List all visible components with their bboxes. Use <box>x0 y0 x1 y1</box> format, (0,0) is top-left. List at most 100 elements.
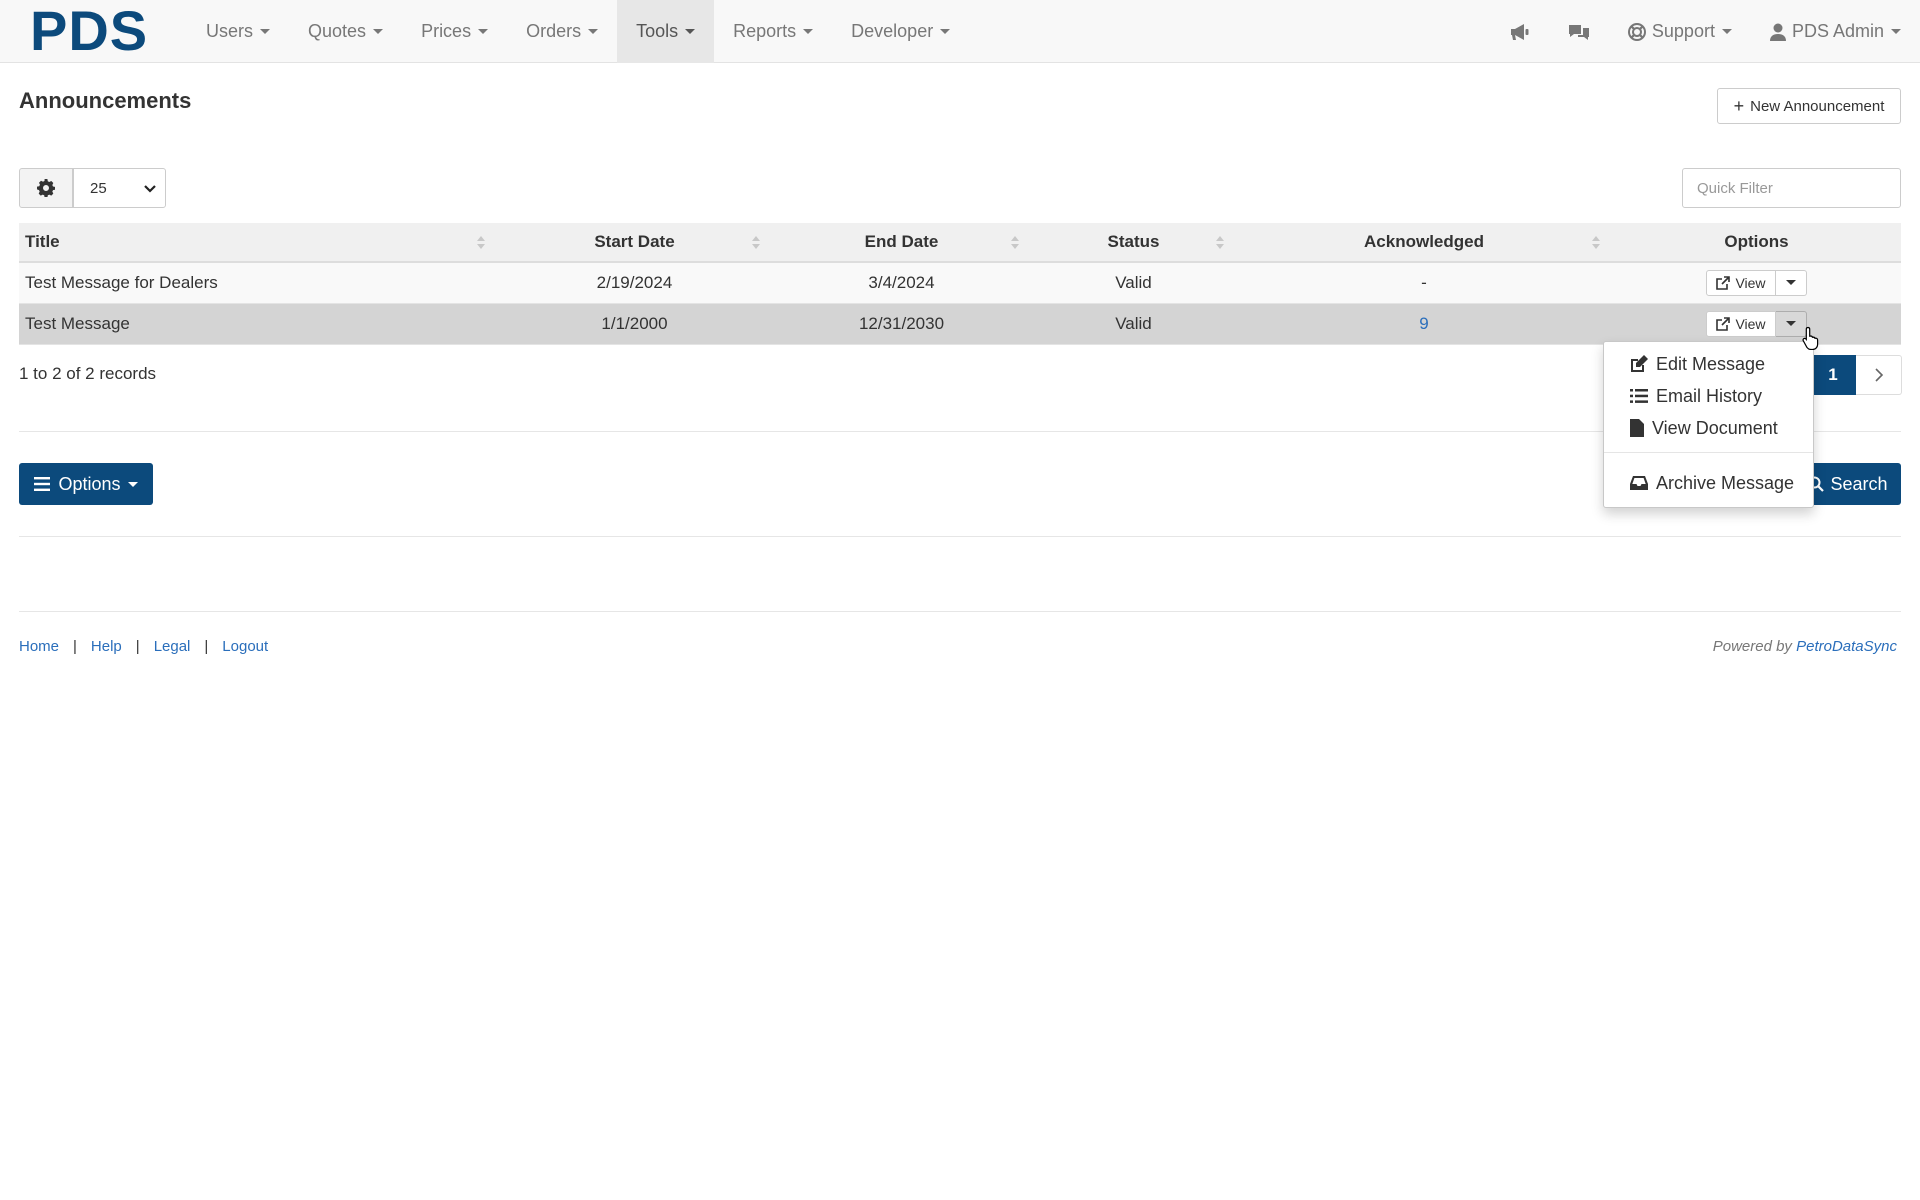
footer-link-logout[interactable]: Logout <box>222 638 268 655</box>
new-announcement-label: New Announcement <box>1750 97 1885 115</box>
col-header-end-date[interactable]: End Date <box>772 223 1031 263</box>
footer-link-help[interactable]: Help <box>91 638 122 655</box>
announcements-nav-button[interactable] <box>1491 0 1549 63</box>
acknowledged-count-link[interactable]: 9 <box>1419 314 1428 333</box>
nav-menu-users[interactable]: Users <box>187 0 289 63</box>
col-header-status[interactable]: Status <box>1031 223 1236 263</box>
caret-down-icon <box>478 29 489 34</box>
col-header-acknowledged[interactable]: Acknowledged <box>1236 223 1612 263</box>
divider <box>19 536 1901 537</box>
page-size-select[interactable]: 25 <box>73 168 166 208</box>
menu-item-archive-message[interactable]: Archive Message <box>1604 467 1813 499</box>
menu-item-edit-message[interactable]: Edit Message <box>1604 348 1813 380</box>
next-page-button[interactable] <box>1856 355 1902 395</box>
comments-icon <box>1568 24 1589 40</box>
cell-acknowledged: - <box>1236 262 1612 304</box>
col-header-title[interactable]: Title <box>19 223 497 263</box>
cell-title: Test Message <box>19 303 497 345</box>
sort-icon <box>477 235 485 251</box>
nav-menu-developer[interactable]: Developer <box>832 0 969 63</box>
col-header-start-date[interactable]: Start Date <box>497 223 772 263</box>
main-menu: Users Quotes Prices Orders Tools Reports… <box>187 0 969 63</box>
nav-menu-quotes[interactable]: Quotes <box>289 0 402 63</box>
row-actions-toggle[interactable] <box>1776 269 1807 296</box>
nav-menu-reports[interactable]: Reports <box>714 0 832 63</box>
chevron-down-icon <box>144 185 156 193</box>
menu-item-email-history[interactable]: Email History <box>1604 380 1813 412</box>
nav-right: Support PDS Admin <box>1491 0 1920 63</box>
view-label: View <box>1735 315 1766 332</box>
row-actions-menu: Edit Message Email History View Document… <box>1603 341 1814 508</box>
sort-icon <box>752 235 760 251</box>
caret-down-icon <box>373 29 384 34</box>
table-header-row: Title Start Date End Date Status Acknowl… <box>19 223 1901 263</box>
nav-menu-support[interactable]: Support <box>1609 0 1751 63</box>
caret-down-icon <box>803 29 814 34</box>
messages-nav-button[interactable] <box>1549 0 1609 63</box>
row-options-group: View <box>1706 269 1807 296</box>
powered-prefix: Powered by <box>1712 638 1792 655</box>
page-button-current[interactable]: 1 <box>1810 355 1856 395</box>
cell-options: View <box>1612 303 1901 345</box>
view-button[interactable]: View <box>1706 269 1776 296</box>
footer-links: Home | Help | Legal | Logout <box>19 638 268 655</box>
inbox-icon <box>1630 476 1648 490</box>
caret-down-icon <box>127 481 138 487</box>
hand-cursor-icon <box>1802 326 1819 350</box>
search-label: Search <box>1830 473 1888 494</box>
nav-menu-user[interactable]: PDS Admin <box>1751 0 1920 63</box>
table-row[interactable]: Test Message for Dealers 2/19/2024 3/4/2… <box>19 262 1901 304</box>
support-label: Support <box>1651 21 1715 41</box>
caret-down-icon <box>1891 29 1901 34</box>
records-info: 1 to 2 of 2 records <box>19 364 157 383</box>
nav-menu-tools[interactable]: Tools <box>617 0 715 63</box>
col-header-label: Start Date <box>594 232 675 251</box>
nav-menu-prices[interactable]: Prices <box>402 0 507 63</box>
caret-down-icon <box>940 29 951 34</box>
quick-filter-input[interactable] <box>1682 168 1901 208</box>
nav-menu-label: Prices <box>421 21 472 41</box>
nav-menu-label: Reports <box>733 21 797 41</box>
top-navbar: PDS Users Quotes Prices Orders Tools Rep… <box>0 0 1920 63</box>
cell-status: Valid <box>1031 262 1236 304</box>
new-announcement-button[interactable]: + New Announcement <box>1717 88 1901 124</box>
col-header-label: Acknowledged <box>1364 232 1484 251</box>
view-button[interactable]: View <box>1706 310 1776 337</box>
divider <box>19 611 1901 612</box>
column-settings-button[interactable] <box>19 168 73 208</box>
col-header-label: Options <box>1724 232 1789 251</box>
col-header-label: Title <box>25 232 60 251</box>
table-row[interactable]: Test Message 1/1/2000 12/31/2030 Valid 9… <box>19 303 1901 345</box>
plus-icon: + <box>1733 96 1745 116</box>
page-size-value: 25 <box>90 179 107 197</box>
cell-title: Test Message for Dealers <box>19 262 497 304</box>
caret-down-icon <box>685 29 696 34</box>
caret-down-icon <box>1786 321 1796 326</box>
col-header-options: Options <box>1612 223 1901 263</box>
external-link-icon <box>1716 275 1731 290</box>
footer-link-legal[interactable]: Legal <box>154 638 191 655</box>
footer-separator: | <box>73 638 77 655</box>
page-title: Announcements <box>19 88 192 113</box>
view-label: View <box>1735 274 1766 291</box>
menu-item-label: View Document <box>1652 417 1778 438</box>
sort-icon <box>1592 235 1600 251</box>
menu-item-view-document[interactable]: View Document <box>1604 412 1813 444</box>
life-ring-icon <box>1627 22 1646 41</box>
footer-separator: | <box>135 638 140 655</box>
nav-menu-label: Tools <box>636 21 679 41</box>
nav-menu-label: Users <box>206 21 254 41</box>
caret-down-icon <box>588 29 599 34</box>
menu-divider <box>1604 452 1813 453</box>
powered-brand-link[interactable]: PetroDataSync <box>1796 638 1897 655</box>
menu-item-label: Archive Message <box>1656 472 1795 493</box>
nav-menu-label: Quotes <box>308 21 367 41</box>
options-menu-button[interactable]: Options <box>19 463 153 505</box>
chevron-right-icon <box>1874 368 1883 382</box>
footer-link-home[interactable]: Home <box>19 638 59 655</box>
sort-icon <box>1216 235 1224 251</box>
brand-logo[interactable]: PDS <box>30 2 148 60</box>
list-icon <box>1630 389 1648 403</box>
user-icon <box>1769 23 1786 41</box>
nav-menu-orders[interactable]: Orders <box>507 0 617 63</box>
